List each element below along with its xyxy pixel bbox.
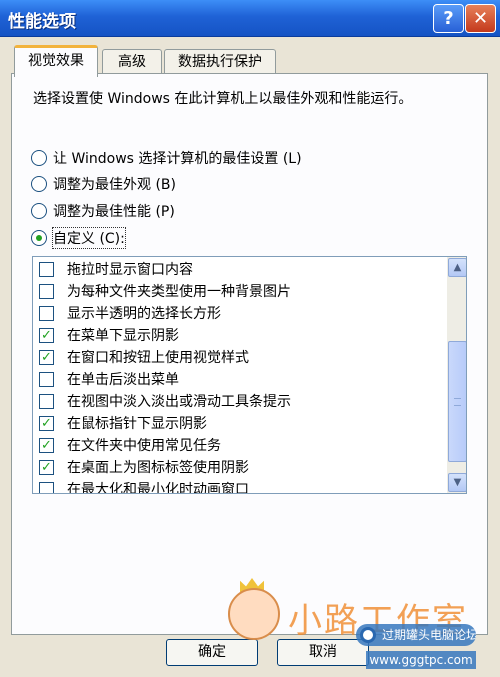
list-item[interactable]: ✓ 在桌面上为图标标签使用阴影 [39, 456, 249, 478]
cancel-button[interactable]: 取消 [277, 639, 369, 666]
list-item[interactable]: 显示半透明的选择长方形 [39, 302, 221, 324]
list-item[interactable]: 在视图中淡入淡出或滑动工具条提示 [39, 390, 291, 412]
help-button[interactable]: ? [433, 4, 464, 33]
forum-logo-icon [360, 627, 376, 643]
window-title: 性能选项 [8, 12, 76, 32]
list-item[interactable]: 在单击后淡出菜单 [39, 368, 179, 390]
checkbox[interactable] [39, 305, 54, 321]
list-item[interactable]: ✓ 在窗口和按钮上使用视觉样式 [39, 346, 249, 368]
checkbox[interactable] [39, 371, 54, 387]
checkbox[interactable] [39, 393, 54, 409]
radio-custom[interactable]: 自定义 (C): [31, 227, 126, 249]
list-item[interactable]: 拖拉时显示窗口内容 [39, 258, 193, 280]
list-item-label: 在最大化和最小化时动画窗口 [67, 482, 249, 494]
radio-circle[interactable] [31, 230, 47, 246]
radio-circle[interactable] [31, 203, 47, 219]
tab-advanced[interactable]: 高级 [102, 49, 162, 74]
checkbox[interactable]: ✓ [39, 327, 54, 343]
radio-label: 自定义 (C): [52, 227, 126, 249]
title-bar: 性能选项 ? ✕ [0, 0, 500, 37]
checkbox[interactable]: ✓ [39, 437, 54, 453]
mascot-icon [228, 588, 280, 640]
list-item-label: 在菜单下显示阴影 [67, 328, 179, 344]
radio-circle[interactable] [31, 150, 47, 166]
scroll-up-button[interactable]: ▲ [448, 258, 466, 277]
effects-listbox[interactable]: 拖拉时显示窗口内容 为每种文件夹类型使用一种背景图片 显示半透明的选择长方形 ✓… [32, 256, 467, 494]
scroll-thumb[interactable] [448, 341, 466, 462]
list-item-label: 在桌面上为图标标签使用阴影 [67, 460, 249, 476]
radio-best-performance[interactable]: 调整为最佳性能 (P) [31, 200, 175, 222]
radio-best-appearance[interactable]: 调整为最佳外观 (B) [31, 173, 176, 195]
radio-label: 调整为最佳性能 (P) [53, 204, 175, 220]
checkbox[interactable]: ✓ [39, 415, 54, 431]
vertical-scrollbar[interactable]: ▲ ▼ [447, 257, 466, 493]
checkbox[interactable] [39, 481, 54, 493]
ok-button[interactable]: 确定 [166, 639, 258, 666]
list-item-label: 在文件夹中使用常见任务 [67, 438, 221, 454]
intro-text: 选择设置使 Windows 在此计算机上以最佳外观和性能运行。 [33, 91, 413, 107]
radio-label: 调整为最佳外观 (B) [53, 177, 176, 193]
list-item-label: 在视图中淡入淡出或滑动工具条提示 [67, 394, 291, 410]
radio-label: 让 Windows 选择计算机的最佳设置 (L) [53, 151, 302, 167]
close-button[interactable]: ✕ [465, 4, 496, 33]
tab-visual-effects[interactable]: 视觉效果 [14, 45, 98, 77]
list-item-label: 拖拉时显示窗口内容 [67, 262, 193, 278]
radio-circle[interactable] [31, 176, 47, 192]
list-item[interactable]: 在最大化和最小化时动画窗口 [39, 478, 249, 494]
list-item[interactable]: ✓ 在鼠标指针下显示阴影 [39, 412, 207, 434]
checkbox[interactable]: ✓ [39, 459, 54, 475]
watermark-url: www.gggtpc.com [366, 651, 476, 669]
list-item[interactable]: ✓ 在菜单下显示阴影 [39, 324, 179, 346]
list-item-label: 在单击后淡出菜单 [67, 372, 179, 388]
list-item-label: 在窗口和按钮上使用视觉样式 [67, 350, 249, 366]
tab-dep[interactable]: 数据执行保护 [164, 49, 276, 74]
checkbox[interactable]: ✓ [39, 349, 54, 365]
list-item-label: 在鼠标指针下显示阴影 [67, 416, 207, 432]
list-item-label: 为每种文件夹类型使用一种背景图片 [67, 284, 291, 300]
list-item[interactable]: ✓ 在文件夹中使用常见任务 [39, 434, 221, 456]
list-item-label: 显示半透明的选择长方形 [67, 306, 221, 322]
radio-let-windows-choose[interactable]: 让 Windows 选择计算机的最佳设置 (L) [31, 147, 302, 169]
grip-icon [454, 398, 461, 406]
scroll-down-button[interactable]: ▼ [448, 473, 466, 492]
list-item[interactable]: 为每种文件夹类型使用一种背景图片 [39, 280, 291, 302]
checkbox[interactable] [39, 261, 54, 277]
checkbox[interactable] [39, 283, 54, 299]
